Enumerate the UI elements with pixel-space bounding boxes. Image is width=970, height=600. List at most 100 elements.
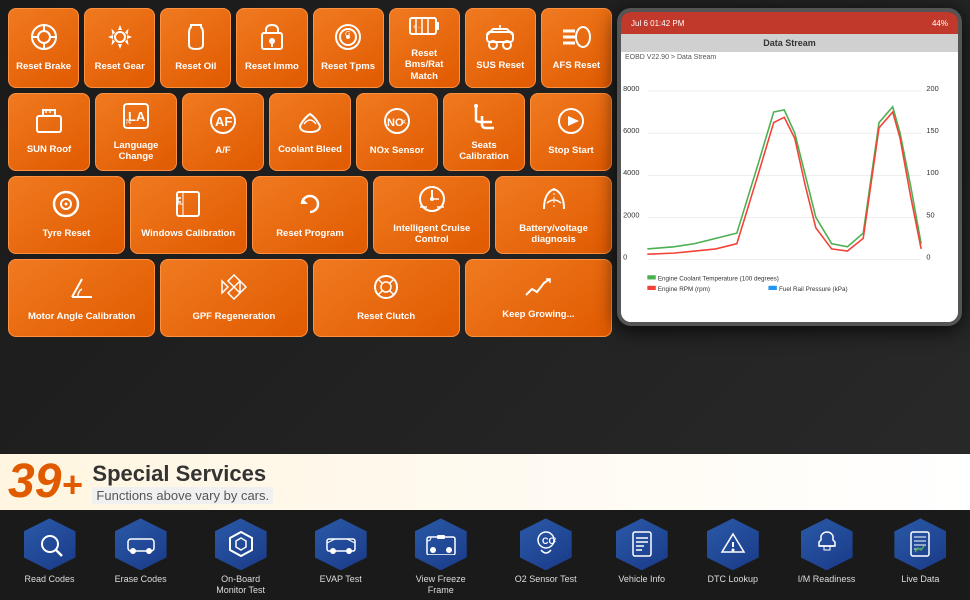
tile-afs-reset[interactable]: AFS Reset — [541, 8, 612, 88]
live-data-icon — [894, 518, 946, 570]
bottom-dtc-lookup[interactable]: DTC Lookup — [707, 518, 759, 585]
language-change-icon: LAN — [122, 102, 150, 137]
svg-text:150: 150 — [926, 126, 938, 135]
motor-angle-icon — [68, 273, 96, 308]
tile-row-1: Reset Brake Reset Gear Reset Oil — [8, 8, 612, 88]
tile-reset-immo[interactable]: Reset Immo — [236, 8, 307, 88]
device-time: Jul 6 01:42 PM — [631, 19, 684, 28]
reset-bms-label: Reset Bms/Rat Match — [393, 48, 456, 82]
tile-reset-bms[interactable]: + - Reset Bms/Rat Match — [389, 8, 460, 88]
reset-immo-label: Reset Immo — [245, 61, 299, 72]
sun-roof-icon — [35, 108, 63, 141]
plus-sign: + — [61, 464, 82, 506]
tile-reset-clutch[interactable]: Reset Clutch — [313, 259, 460, 337]
o2-sensor-test-icon: CO2 — [520, 518, 572, 570]
number-container: 39 + — [8, 458, 82, 506]
tile-intelligent-cruise[interactable]: Intelligent Cruise Control — [373, 176, 490, 254]
reset-oil-label: Reset Oil — [175, 61, 216, 72]
svg-text:0: 0 — [926, 252, 930, 261]
tile-row-4: Motor Angle Calibration GPF Regeneration… — [8, 259, 612, 337]
bottom-bar: Read Codes Erase Codes On-Board Monitor … — [0, 510, 970, 600]
seats-calibration-icon — [472, 102, 496, 137]
service-subtitle: Functions above vary by cars. — [92, 487, 273, 504]
special-services-banner: 39 + Special Services Functions above va… — [0, 454, 970, 510]
tile-windows-calibration[interactable]: Windows Calibration — [130, 176, 247, 254]
tile-reset-tpms[interactable]: G Reset Tpms — [313, 8, 384, 88]
erase-codes-label: Erase Codes — [115, 574, 167, 585]
intelligent-cruise-icon — [417, 185, 447, 220]
tile-gpf-regen[interactable]: GPF Regeneration — [160, 259, 307, 337]
coolant-bleed-label: Coolant Bleed — [278, 144, 342, 155]
tile-tyre-reset[interactable]: Tyre Reset — [8, 176, 125, 254]
stop-start-label: Stop Start — [548, 145, 593, 156]
bottom-vehicle-info[interactable]: Vehicle Info — [616, 518, 668, 585]
reset-immo-icon — [260, 23, 284, 58]
battery-voltage-label: Battery/voltage diagnosis — [499, 223, 608, 246]
bottom-evap-test[interactable]: EVAP Test — [315, 518, 367, 585]
windows-calibration-label: Windows Calibration — [141, 228, 235, 239]
bottom-im-readiness[interactable]: I/M Readiness — [798, 518, 856, 585]
seats-calibration-label: Seats Calibration — [447, 140, 521, 163]
intelligent-cruise-label: Intelligent Cruise Control — [377, 223, 486, 246]
tile-stop-start[interactable]: Stop Start — [530, 93, 612, 171]
bottom-live-data[interactable]: Live Data — [894, 518, 946, 585]
sus-reset-label: SUS Reset — [476, 60, 524, 71]
tile-keep-growing[interactable]: Keep Growing... — [465, 259, 612, 337]
on-board-monitor-icon — [215, 518, 267, 570]
tile-coolant-bleed[interactable]: Coolant Bleed — [269, 93, 351, 171]
tile-reset-oil[interactable]: Reset Oil — [160, 8, 231, 88]
tile-motor-angle[interactable]: Motor Angle Calibration — [8, 259, 155, 337]
svg-text:0: 0 — [623, 252, 627, 261]
screen-title: Data Stream — [621, 34, 958, 52]
svg-text:100: 100 — [926, 168, 938, 177]
left-grid: Reset Brake Reset Gear Reset Oil — [8, 8, 612, 450]
reset-brake-icon — [30, 23, 58, 58]
device-battery: 44% — [932, 19, 948, 28]
bottom-read-codes[interactable]: Read Codes — [24, 518, 76, 585]
tile-sus-reset[interactable]: SUS Reset — [465, 8, 536, 88]
tile-row-2: SUN Roof LAN Language Change AF A/F — [8, 93, 612, 171]
nox-sensor-label: NOx Sensor — [370, 145, 424, 156]
bottom-o2-sensor-test[interactable]: CO2 O2 Sensor Test — [515, 518, 577, 585]
device-top-bar: Jul 6 01:42 PM 44% — [621, 12, 958, 34]
main-container: Reset Brake Reset Gear Reset Oil — [0, 0, 970, 600]
language-change-label: Language Change — [99, 140, 173, 163]
reset-program-icon — [296, 190, 324, 225]
reset-program-label: Reset Program — [276, 228, 344, 239]
read-codes-icon — [24, 518, 76, 570]
reset-gear-label: Reset Gear — [95, 61, 145, 72]
sun-roof-label: SUN Roof — [27, 144, 71, 155]
svg-text:Engine Coolant Temperature (10: Engine Coolant Temperature (100 degrees) — [658, 276, 779, 283]
stop-start-icon — [557, 107, 585, 142]
reset-tpms-label: Reset Tpms — [321, 61, 375, 72]
vehicle-info-label: Vehicle Info — [618, 574, 665, 585]
tile-reset-brake[interactable]: Reset Brake — [8, 8, 79, 88]
tile-battery-voltage[interactable]: Battery/voltage diagnosis — [495, 176, 612, 254]
svg-text:N: N — [126, 119, 131, 126]
reset-oil-icon — [183, 23, 209, 58]
on-board-monitor-label: On-Board Monitor Test — [206, 574, 276, 596]
grid-section: Reset Brake Reset Gear Reset Oil — [0, 0, 970, 454]
svg-text:Engine RPM (rpm): Engine RPM (rpm) — [658, 286, 710, 293]
dtc-lookup-label: DTC Lookup — [707, 574, 758, 585]
tile-sun-roof[interactable]: SUN Roof — [8, 93, 90, 171]
coolant-bleed-icon — [296, 108, 324, 141]
tile-af[interactable]: AF A/F — [182, 93, 264, 171]
afs-reset-label: AFS Reset — [553, 60, 601, 71]
tile-reset-program[interactable]: Reset Program — [252, 176, 369, 254]
o2-sensor-test-label: O2 Sensor Test — [515, 574, 577, 585]
reset-gear-icon — [106, 23, 134, 58]
bottom-erase-codes[interactable]: Erase Codes — [115, 518, 167, 585]
bottom-on-board-monitor[interactable]: On-Board Monitor Test — [206, 518, 276, 596]
bottom-view-freeze-frame[interactable]: View Freeze Frame — [406, 518, 476, 596]
service-text: Special Services Functions above vary by… — [92, 461, 273, 504]
tile-reset-gear[interactable]: Reset Gear — [84, 8, 155, 88]
tile-nox-sensor[interactable]: NOx NOx Sensor — [356, 93, 438, 171]
afs-reset-icon — [561, 24, 591, 57]
vehicle-info-icon — [616, 518, 668, 570]
af-icon: AF — [209, 107, 237, 142]
tile-language-change[interactable]: LAN Language Change — [95, 93, 177, 171]
reset-clutch-icon — [372, 273, 400, 308]
svg-text:4000: 4000 — [623, 168, 639, 177]
tile-seats-calibration[interactable]: Seats Calibration — [443, 93, 525, 171]
